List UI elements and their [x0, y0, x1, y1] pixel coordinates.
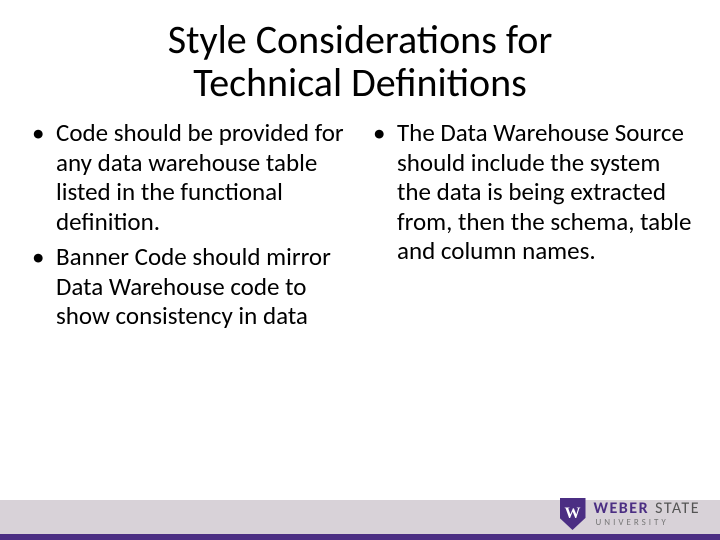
list-item: Code should be provided for any data war… — [52, 118, 355, 236]
logo-word-weber: WEBER — [594, 501, 650, 518]
slide-title: Style Considerations for Technical Defin… — [0, 0, 720, 104]
footer-accent-line — [0, 534, 720, 540]
left-column: Code should be provided for any data war… — [24, 118, 355, 337]
title-line-1: Style Considerations for — [168, 15, 553, 64]
logo-row-1: WEBER STATE — [594, 501, 701, 518]
title-line-2: Technical Definitions — [193, 58, 527, 107]
left-bullet-list: Code should be provided for any data war… — [24, 118, 355, 331]
slide: Style Considerations for Technical Defin… — [0, 0, 720, 540]
logo-word-state: STATE — [655, 501, 700, 518]
right-column: The Data Warehouse Source should include… — [365, 118, 696, 337]
body-columns: Code should be provided for any data war… — [0, 104, 720, 337]
shield-icon: W — [560, 498, 586, 530]
shield-letter: W — [565, 506, 581, 522]
footer: W WEBER STATE UNIVERSITY — [0, 486, 720, 540]
list-item: The Data Warehouse Source should include… — [393, 118, 696, 266]
logo-text: WEBER STATE UNIVERSITY — [594, 501, 701, 527]
weber-state-logo: W WEBER STATE UNIVERSITY — [560, 496, 701, 532]
list-item: Banner Code should mirror Data Warehouse… — [52, 242, 355, 331]
right-bullet-list: The Data Warehouse Source should include… — [365, 118, 696, 266]
logo-word-university: UNIVERSITY — [596, 518, 701, 527]
